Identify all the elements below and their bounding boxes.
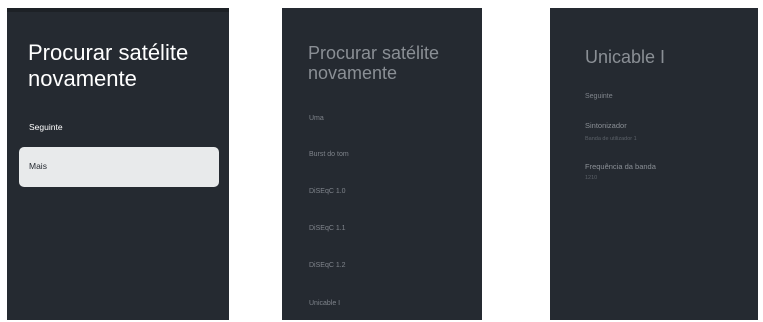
- option-unicable-i[interactable]: Unicable I: [309, 300, 340, 307]
- panel-title: Procurar satélite novamente: [308, 43, 440, 83]
- panel-title: Unicable I: [585, 47, 666, 67]
- next-option[interactable]: Seguinte: [29, 122, 63, 132]
- more-option-selected[interactable]: Mais: [19, 147, 219, 187]
- tuner-setting[interactable]: Sintonizador: [585, 121, 627, 130]
- option-tone-burst[interactable]: Burst do tom: [309, 151, 349, 158]
- option-diseqc-1-2[interactable]: DiSEqC 1.2: [309, 262, 346, 269]
- unicable-settings-panel: Unicable I Seguinte Sintonizador Banda d…: [550, 8, 758, 320]
- rescan-menu-panel: Procurar satélite novamente Seguinte Mai…: [7, 8, 229, 320]
- band-frequency-setting[interactable]: Frequência da banda: [585, 162, 656, 171]
- satellite-options-panel: Procurar satélite novamente Uma Burst do…: [282, 8, 482, 320]
- next-option[interactable]: Seguinte: [585, 93, 613, 100]
- tuner-value: Banda de utilizador 1: [585, 136, 637, 142]
- more-option-label: Mais: [29, 161, 47, 171]
- option-diseqc-1-0[interactable]: DiSEqC 1.0: [309, 188, 346, 195]
- option-uma[interactable]: Uma: [309, 115, 324, 122]
- option-diseqc-1-1[interactable]: DiSEqC 1.1: [309, 225, 346, 232]
- panel-title: Procurar satélite novamente: [28, 40, 189, 91]
- band-frequency-value: 1210: [585, 175, 598, 181]
